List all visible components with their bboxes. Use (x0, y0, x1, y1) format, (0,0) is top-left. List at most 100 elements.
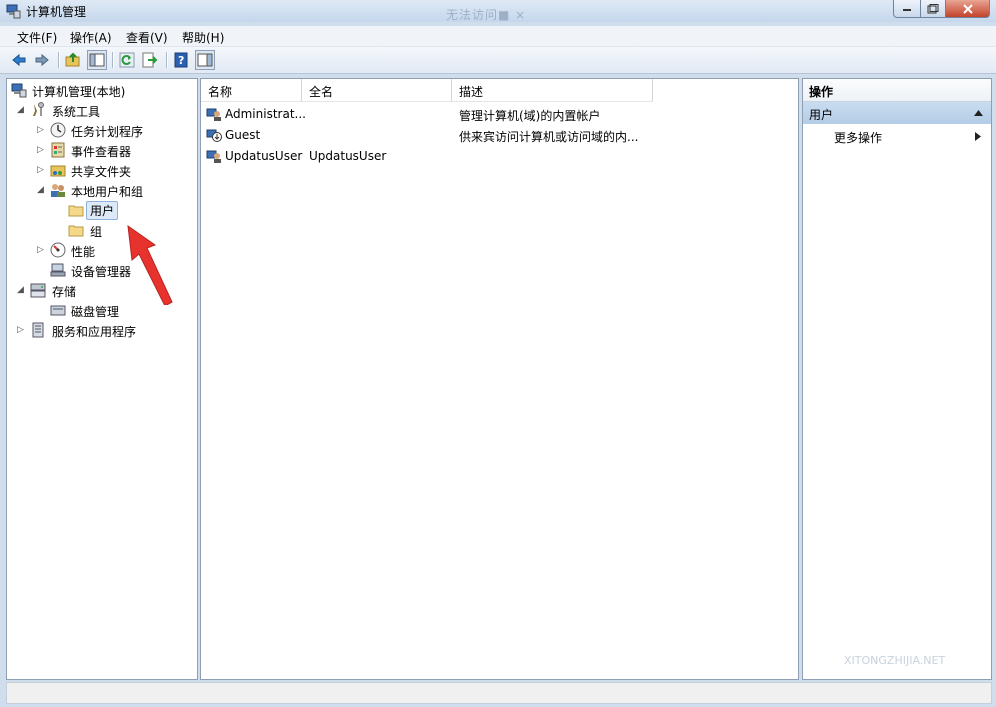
restore-icon (927, 3, 939, 13)
refresh-button[interactable] (118, 51, 136, 69)
tree-item-shared-folders[interactable]: ▷ 共享文件夹 (7, 161, 195, 179)
computer-management-icon (11, 83, 27, 98)
minimize-button[interactable] (893, 0, 921, 18)
user-description: 供来宾访问计算机或访问域的内... (459, 130, 639, 144)
computer-management-window: 计算机管理 无法访问■ × 文件(F) 操作(A) 查看(V) 帮助(H) ? … (0, 0, 996, 707)
performance-icon (50, 242, 66, 258)
show-hide-action-icon (197, 53, 213, 67)
more-actions-item[interactable]: 更多操作 (803, 126, 991, 146)
user-description: 管理计算机(域)的内置帐户 (459, 109, 601, 123)
tree-item-label: 任务计划程序 (71, 125, 144, 139)
actions-section-users[interactable]: 用户 (803, 102, 991, 124)
tree-item-system-tools[interactable]: ◢ 系统工具 (7, 101, 195, 119)
tree-item-label: 用户 (86, 201, 119, 220)
disk-icon (50, 305, 66, 316)
up-folder-button[interactable] (64, 51, 82, 69)
help-icon: ? (174, 52, 188, 68)
user-name: Administrat... (225, 107, 306, 121)
forward-icon (35, 53, 49, 67)
tree-item-label: 存储 (52, 285, 77, 299)
tree-item-computer-management[interactable]: 计算机管理(本地) (7, 81, 195, 99)
system-tools-icon (33, 102, 44, 116)
device-manager-icon (50, 263, 66, 277)
user-disabled-icon (206, 129, 222, 142)
status-bar (6, 682, 992, 704)
user-name: Guest (225, 128, 261, 142)
menu-action[interactable]: 操作(A) (70, 29, 112, 46)
event-viewer-icon (51, 142, 65, 158)
export-list-button[interactable] (141, 51, 159, 69)
export-list-icon (142, 52, 158, 68)
column-header-fullname[interactable]: 全名 (302, 79, 452, 102)
actions-pane: 操作 用户 更多操作 XITONGZHIJIA.NET (802, 78, 992, 680)
expand-arrow-icon[interactable]: ▷ (37, 166, 45, 175)
tree-item-local-users-groups[interactable]: ◢ 本地用户和组 (7, 181, 195, 199)
close-button[interactable] (946, 0, 990, 18)
collapse-arrow-icon[interactable]: ◢ (37, 186, 45, 195)
menu-view[interactable]: 查看(V) (126, 29, 168, 46)
collapse-arrow-icon[interactable]: ◢ (17, 286, 25, 295)
tree-item-label: 系统工具 (52, 105, 101, 119)
tree-item-label: 共享文件夹 (71, 165, 132, 179)
user-icon (206, 150, 221, 163)
tree-item-task-scheduler[interactable]: ▷ 任务计划程序 (7, 121, 195, 139)
back-icon (12, 53, 26, 67)
maximize-button[interactable] (921, 0, 946, 18)
shared-folder-icon (50, 165, 66, 177)
close-icon (962, 3, 973, 14)
forward-button[interactable] (33, 51, 51, 69)
tree-item-label: 事件查看器 (71, 145, 132, 159)
folder-icon (68, 205, 84, 217)
up-folder-icon (65, 52, 80, 67)
folder-icon (68, 225, 84, 237)
minimize-icon (903, 8, 911, 11)
list-item-guest[interactable]: Guest 供来宾访问计算机或访问域的内... (201, 125, 798, 145)
clock-icon (50, 122, 66, 138)
menu-help[interactable]: 帮助(H) (182, 29, 224, 46)
menu-bar: 文件(F) 操作(A) 查看(V) 帮助(H) (0, 26, 996, 47)
show-hide-tree-icon (89, 53, 105, 67)
svg-text:?: ? (178, 54, 184, 67)
show-hide-action-pane-button[interactable] (195, 50, 215, 70)
actions-header: 操作 (803, 79, 991, 102)
user-fullname: UpdatusUser (309, 149, 387, 163)
submenu-arrow-icon (975, 132, 981, 141)
annotation-arrow-icon (127, 224, 173, 305)
tree-item-event-viewer[interactable]: ▷ 事件查看器 (7, 141, 195, 159)
toolbar: ? (0, 47, 996, 74)
back-button[interactable] (10, 51, 28, 69)
tree-item-label: 设备管理器 (71, 265, 132, 279)
tree-item-label: 组 (90, 225, 103, 239)
tree-item-label: 磁盘管理 (71, 305, 120, 319)
collapse-arrow-icon[interactable]: ◢ (17, 106, 25, 115)
expand-arrow-icon[interactable]: ▷ (37, 146, 45, 155)
expand-arrow-icon[interactable]: ▷ (37, 246, 45, 255)
tree-item-label: 本地用户和组 (71, 185, 144, 199)
help-button[interactable]: ? (172, 51, 190, 69)
storage-icon (30, 283, 46, 298)
column-header-description[interactable]: 描述 (452, 79, 653, 102)
console-tree-pane: 计算机管理(本地) ◢ 系统工具 ▷ 任务计划程序 ▷ 事件查看器 ▷ 共享文件… (6, 78, 198, 680)
expand-arrow-icon[interactable]: ▷ (37, 126, 45, 135)
show-hide-tree-button[interactable] (87, 50, 107, 70)
tree-item-users[interactable]: 用户 (7, 201, 195, 220)
column-header-name[interactable]: 名称 (201, 79, 302, 102)
tree-item-label: 计算机管理(本地) (32, 85, 126, 99)
tree-item-services-apps[interactable]: ▷ 服务和应用程序 (7, 321, 195, 339)
collapse-up-icon (974, 110, 983, 116)
list-item-updatususer[interactable]: UpdatusUser UpdatusUser (201, 146, 798, 166)
menu-file[interactable]: 文件(F) (17, 29, 57, 46)
window-title: 计算机管理 (26, 5, 87, 19)
services-icon (32, 322, 44, 338)
users-groups-icon (51, 184, 65, 197)
watermark: XITONGZHIJIA.NET (844, 654, 946, 667)
tree-item-label: 服务和应用程序 (52, 325, 137, 339)
expand-arrow-icon[interactable]: ▷ (17, 326, 25, 335)
title-bar[interactable]: 计算机管理 无法访问■ × (0, 0, 996, 22)
background-window-title: 无法访问■ × (446, 8, 527, 22)
tree-item-label: 性能 (71, 245, 96, 259)
user-name: UpdatusUser (225, 149, 303, 163)
refresh-icon (119, 52, 135, 68)
list-item-administrator[interactable]: Administrat... 管理计算机(域)的内置帐户 (201, 104, 798, 124)
user-icon (206, 108, 221, 121)
